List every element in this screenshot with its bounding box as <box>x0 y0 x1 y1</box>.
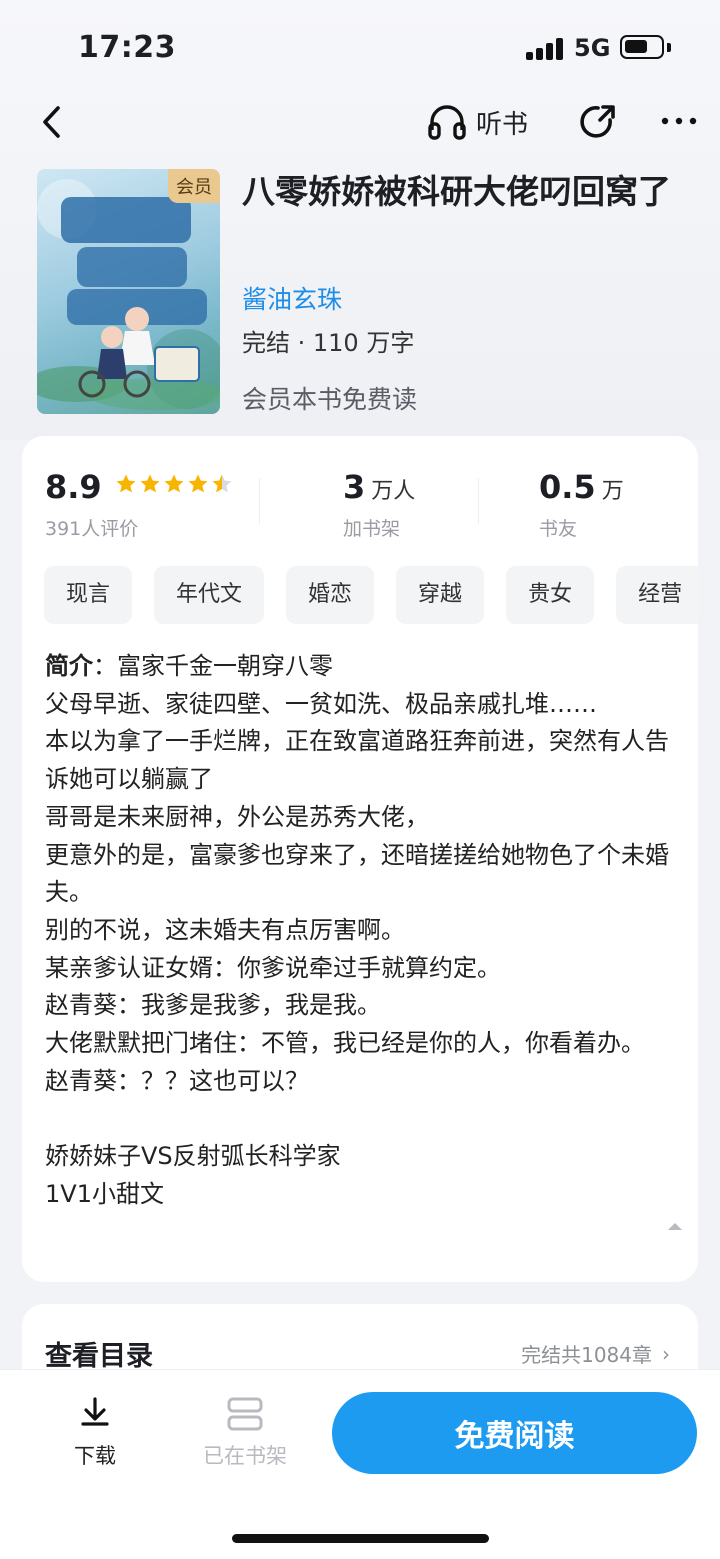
on-shelf-label: 已在书架 <box>203 1444 287 1468</box>
share-button[interactable] <box>576 100 618 144</box>
share-icon <box>580 105 615 138</box>
star-icon <box>140 474 160 493</box>
catalog-info: 完结共1084章 <box>521 1343 652 1367</box>
vip-note: 会员本书免费读 <box>242 385 418 414</box>
listen-button[interactable]: 听书 <box>426 100 528 144</box>
star-icon <box>188 474 208 493</box>
vip-badge: 会员 <box>168 169 220 203</box>
tag-chip[interactable]: 经营 <box>616 566 698 624</box>
chevron-right-icon: › <box>662 1342 670 1366</box>
download-button[interactable]: 下载 <box>62 1394 128 1470</box>
battery-icon <box>620 35 664 59</box>
download-icon <box>81 1397 109 1426</box>
divider <box>478 478 479 524</box>
bottom-action-bar: 下载 已在书架 免费阅读 <box>0 1369 720 1559</box>
fans-stat[interactable]: 0.5 万 书友 <box>539 468 624 541</box>
tag-chip[interactable]: 贵女 <box>506 566 595 624</box>
rating-count: 391人评价 <box>45 518 139 540</box>
more-dots-icon <box>661 117 697 125</box>
star-icon <box>212 474 232 493</box>
listen-label: 听书 <box>476 109 529 140</box>
book-intro: 简介：富家千金一朝穿八零 父母早逝、家徒四壁、一贫如洗、极品亲戚扎堆…… 本以为… <box>45 648 685 1214</box>
fans-unit: 万 <box>601 479 624 504</box>
tag-list: 现言 年代文 婚恋 穿越 贵女 经营 <box>44 566 698 626</box>
shelf-stat: 3 万人 加书架 <box>343 468 415 541</box>
status-time: 17:23 <box>78 30 176 65</box>
headphones-icon <box>428 105 466 140</box>
fans-sub: 书友 <box>539 518 578 540</box>
battery-cap <box>667 43 671 52</box>
catalog-title: 查看目录 <box>45 1341 153 1372</box>
more-button[interactable] <box>660 106 700 136</box>
intro-label: 简介 <box>45 652 93 680</box>
tag-chip[interactable]: 穿越 <box>396 566 485 624</box>
download-label: 下载 <box>74 1444 116 1468</box>
free-read-button[interactable]: 免费阅读 <box>332 1392 697 1474</box>
shelf-value: 3 <box>343 468 366 506</box>
collapse-triangle-icon[interactable] <box>667 1221 683 1231</box>
divider <box>259 478 260 524</box>
network-type: 5G <box>574 34 611 62</box>
tag-chip[interactable]: 婚恋 <box>286 566 375 624</box>
cover-illustration <box>37 179 220 410</box>
star-icon <box>116 474 136 493</box>
on-shelf-button[interactable]: 已在书架 <box>190 1394 300 1470</box>
shelf-unit: 万人 <box>371 479 416 504</box>
rating-value: 8.9 <box>45 468 102 506</box>
signal-icon <box>526 38 564 60</box>
author-link[interactable]: 酱油玄珠 <box>242 280 342 316</box>
book-cover[interactable]: 会员 <box>37 169 220 414</box>
tag-chip[interactable]: 现言 <box>44 566 133 624</box>
chevron-left-icon <box>43 106 60 138</box>
tag-chip[interactable]: 年代文 <box>154 566 265 624</box>
star-icon <box>164 474 184 493</box>
back-button[interactable] <box>34 100 74 144</box>
shelf-sub: 加书架 <box>343 518 401 540</box>
rating-stars <box>115 473 233 495</box>
rating-stat[interactable]: 8.9 391人评价 <box>45 468 233 541</box>
home-indicator <box>232 1534 489 1543</box>
fans-value: 0.5 <box>539 468 596 506</box>
intro-text: ：富家千金一朝穿八零 父母早逝、家徒四壁、一贫如洗、极品亲戚扎堆…… 本以为拿了… <box>45 652 669 1208</box>
book-info-card: 8.9 391人评价 3 万人 加书架 0.5 万 书友 现言 年代文 婚恋 穿越 贵女 经营… <box>22 436 698 1282</box>
book-title: 八零娇娇被科研大佬叼回窝了 <box>242 172 671 211</box>
book-status: 完结 · 110 万字 <box>242 329 415 357</box>
status-bar: 17:23 5G <box>0 0 720 96</box>
bookshelf-icon <box>227 1397 263 1431</box>
